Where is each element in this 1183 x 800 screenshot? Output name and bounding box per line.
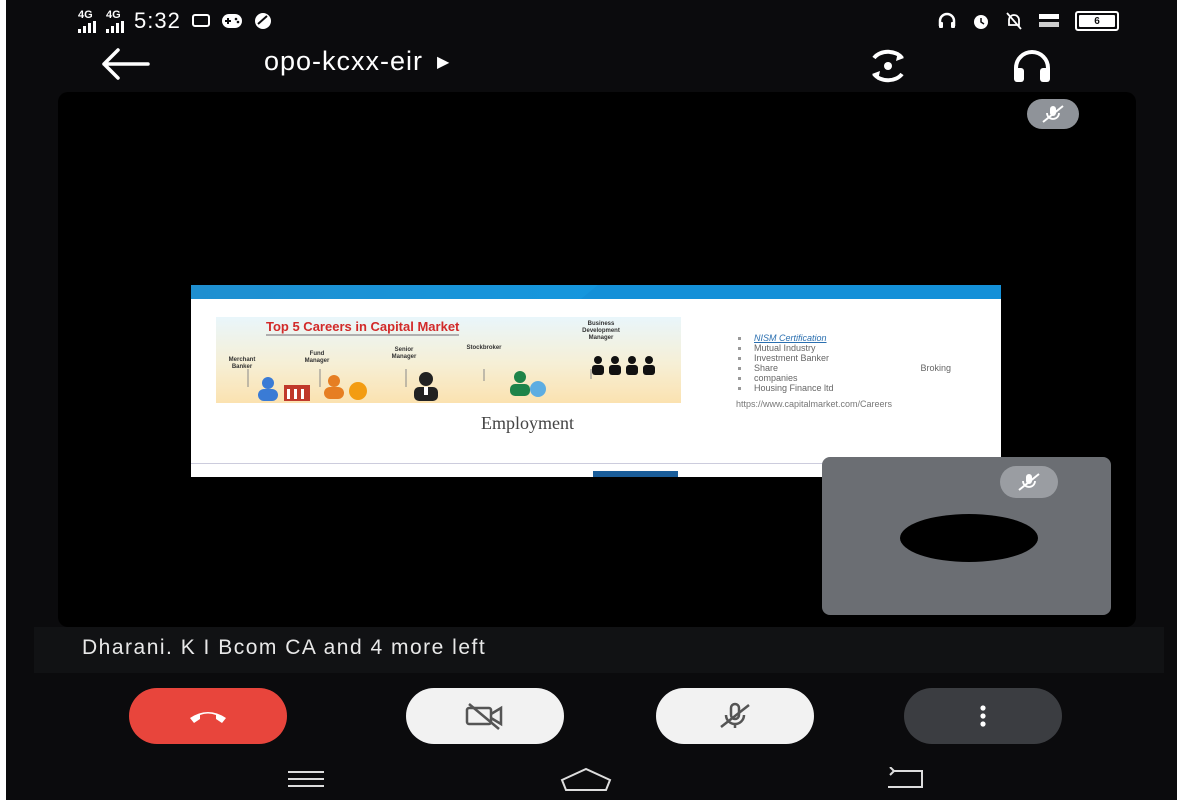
slide-url: https://www.capitalmarket.com/Careers [736, 399, 893, 409]
switch-camera-icon[interactable] [864, 46, 912, 86]
network-type-icon [1039, 14, 1059, 27]
signal-indicator-1: 4G [78, 9, 96, 33]
slide-bullet-list: NISM Certification Mutual Industry Inves… [736, 333, 951, 393]
bullet-item: NISM Certification [736, 333, 951, 343]
camera-toggle-button[interactable] [406, 688, 564, 744]
signal-bars-icon [78, 20, 96, 33]
role-label: Business Development Manager [582, 321, 620, 341]
self-view-tile[interactable] [822, 457, 1111, 615]
phone-screen: 4G 4G 5:32 6 opo-kcxx-eir ▶ Top 5 Career… [6, 0, 1177, 800]
status-bar-left: 4G 4G 5:32 [78, 6, 273, 36]
bullet-item: Investment Banker [736, 353, 951, 363]
role-label: Stockbroker [466, 345, 502, 351]
shared-slide: Top 5 Careers in Capital Market Merchant… [191, 285, 1001, 477]
mic-off-icon [720, 702, 750, 728]
signal-indicator-2: 4G [106, 9, 124, 33]
bullet-item-continued: companies [736, 373, 951, 383]
self-mic-off-icon [1000, 466, 1058, 498]
role-label: Fund Manager [304, 351, 330, 364]
nav-back-icon[interactable] [876, 762, 936, 796]
app-notification-icon [254, 13, 271, 29]
bullet-item: Mutual Industry [736, 343, 951, 353]
clock: 5:32 [134, 8, 181, 33]
system-nav-bar [6, 758, 1177, 800]
stage-mic-off-icon [1027, 99, 1079, 129]
careers-infographic: Top 5 Careers in Capital Market Merchant… [216, 317, 681, 403]
role-pointer-lines [247, 369, 592, 387]
self-video-feed [900, 514, 1038, 562]
battery-icon: 6 [1075, 11, 1119, 31]
recent-apps-icon[interactable] [276, 762, 336, 796]
end-call-icon [190, 712, 226, 723]
meeting-code-text: opo-kcxx-eir [264, 46, 424, 76]
slide-header-accent [581, 285, 1001, 299]
participant-status-bar: Dharani. K I Bcom CA and 4 more left [34, 627, 1164, 673]
mic-toggle-button[interactable] [656, 688, 814, 744]
infographic-title: Top 5 Careers in Capital Market [266, 319, 460, 336]
cast-icon [191, 14, 210, 27]
more-options-icon [980, 705, 986, 727]
signal-bars-icon [106, 20, 124, 33]
role-label: Senior Manager [391, 347, 417, 360]
notifications-off-icon [1006, 12, 1022, 30]
expand-triangle-icon: ▶ [437, 53, 451, 71]
end-call-button[interactable] [129, 688, 287, 744]
headphones-icon[interactable] [1008, 46, 1056, 86]
meeting-code[interactable]: opo-kcxx-eir ▶ [264, 46, 450, 77]
alarm-icon [974, 15, 988, 29]
slide-footer-accent [593, 471, 678, 477]
camera-off-icon [465, 703, 503, 730]
headset-status-icon [938, 12, 956, 28]
bullet-item: Share Broking [736, 363, 951, 373]
status-bar-right: 6 [937, 6, 1119, 36]
home-icon[interactable] [556, 762, 616, 796]
slide-caption: Employment [481, 413, 574, 433]
game-controller-icon [221, 14, 242, 28]
bullet-item: Housing Finance ltd [736, 383, 951, 393]
more-options-button[interactable] [904, 688, 1062, 744]
participant-status-text: Dharani. K I Bcom CA and 4 more left [82, 636, 487, 659]
back-arrow-icon[interactable] [96, 44, 156, 84]
